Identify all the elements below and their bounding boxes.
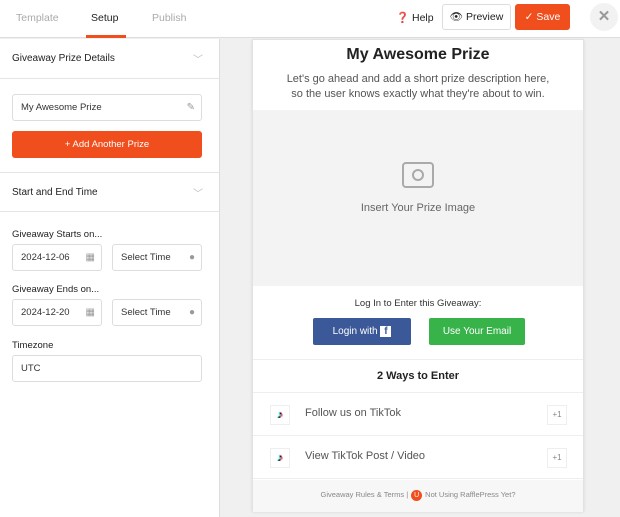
prize-image-placeholder[interactable]: Insert Your Prize Image [253, 110, 583, 286]
giveaway-preview: My Awesome Prize Let's go ahead and add … [252, 39, 584, 512]
check-icon: ✓ [524, 11, 534, 23]
points-badge: +1 [547, 448, 567, 468]
tab-setup[interactable]: Setup [91, 12, 118, 24]
tiktok-icon: ♪ [270, 448, 290, 468]
time-section-header[interactable]: Start and End Time ﹀ [0, 172, 219, 212]
close-icon: ✕ [597, 8, 611, 25]
end-time-select[interactable]: Select Time ● [112, 299, 202, 326]
facebook-icon: f [380, 326, 392, 337]
entry-item[interactable]: ♪ View TikTok Post / Video +1 [253, 436, 583, 479]
close-button[interactable]: ✕ [590, 3, 618, 31]
timezone-label: Timezone [12, 340, 54, 351]
camera-icon [402, 162, 434, 188]
points-badge: +1 [547, 405, 567, 425]
rules-link[interactable]: Giveaway Rules & Terms | [320, 490, 408, 499]
clock-icon: ● [188, 307, 195, 318]
prize-section-header[interactable]: Giveaway Prize Details ﹀ [0, 39, 219, 79]
calendar-icon: ▦ [85, 307, 95, 318]
preview-footer: Giveaway Rules & Terms | U Not Using Raffl… [253, 480, 583, 512]
end-date-input[interactable]: 2024-12-20 ▦ [12, 299, 102, 326]
tab-publish[interactable]: Publish [152, 12, 186, 24]
preview-button[interactable]: 👁 Preview [442, 4, 511, 30]
prize-description: Let's go ahead and add a short prize des… [286, 73, 550, 100]
chevron-down-icon: ﹀ [193, 55, 203, 66]
tab-template[interactable]: Template [16, 12, 59, 24]
facebook-login-button[interactable]: Login with f [313, 318, 411, 345]
add-prize-button[interactable]: + Add Another Prize [12, 131, 202, 158]
ends-label: Giveaway Ends on... [12, 284, 100, 295]
save-button[interactable]: ✓ Save [515, 4, 570, 30]
starts-label: Giveaway Starts on... [12, 229, 103, 240]
top-bar: Template Setup Publish ❓ Help 👁 Preview … [0, 0, 620, 38]
prize-title: My Awesome Prize [346, 46, 490, 63]
ways-to-enter-heading: 2 Ways to Enter [253, 360, 583, 393]
tiktok-icon: ♪ [270, 405, 290, 425]
pencil-icon[interactable]: ✎ [187, 95, 195, 120]
start-time-select[interactable]: Select Time ● [112, 244, 202, 271]
plus-icon: + [64, 139, 71, 150]
active-tab-indicator [86, 35, 126, 38]
login-section: Log In to Enter this Giveaway: Login wit… [253, 286, 583, 360]
email-login-button[interactable]: Use Your Email [429, 318, 525, 345]
start-date-input[interactable]: 2024-12-06 ▦ [12, 244, 102, 271]
sidebar: Giveaway Prize Details ﹀ My Awesome Prize… [0, 39, 220, 517]
rafflepress-link[interactable]: Not Using RafflePress Yet? [425, 490, 515, 499]
calendar-icon: ▦ [85, 252, 95, 263]
clock-icon: ● [188, 252, 195, 263]
prize-name-input[interactable]: My Awesome Prize ✎ [12, 94, 202, 121]
rafflepress-logo-icon: U [411, 489, 423, 501]
eye-icon: 👁 [449, 11, 464, 23]
timezone-select[interactable]: UTC [12, 355, 202, 382]
chevron-down-icon: ﹀ [193, 189, 203, 200]
help-button[interactable]: ❓ Help [396, 11, 434, 24]
entry-item[interactable]: ♪ Follow us on TikTok +1 [253, 393, 583, 436]
help-icon: ❓ [396, 12, 410, 24]
